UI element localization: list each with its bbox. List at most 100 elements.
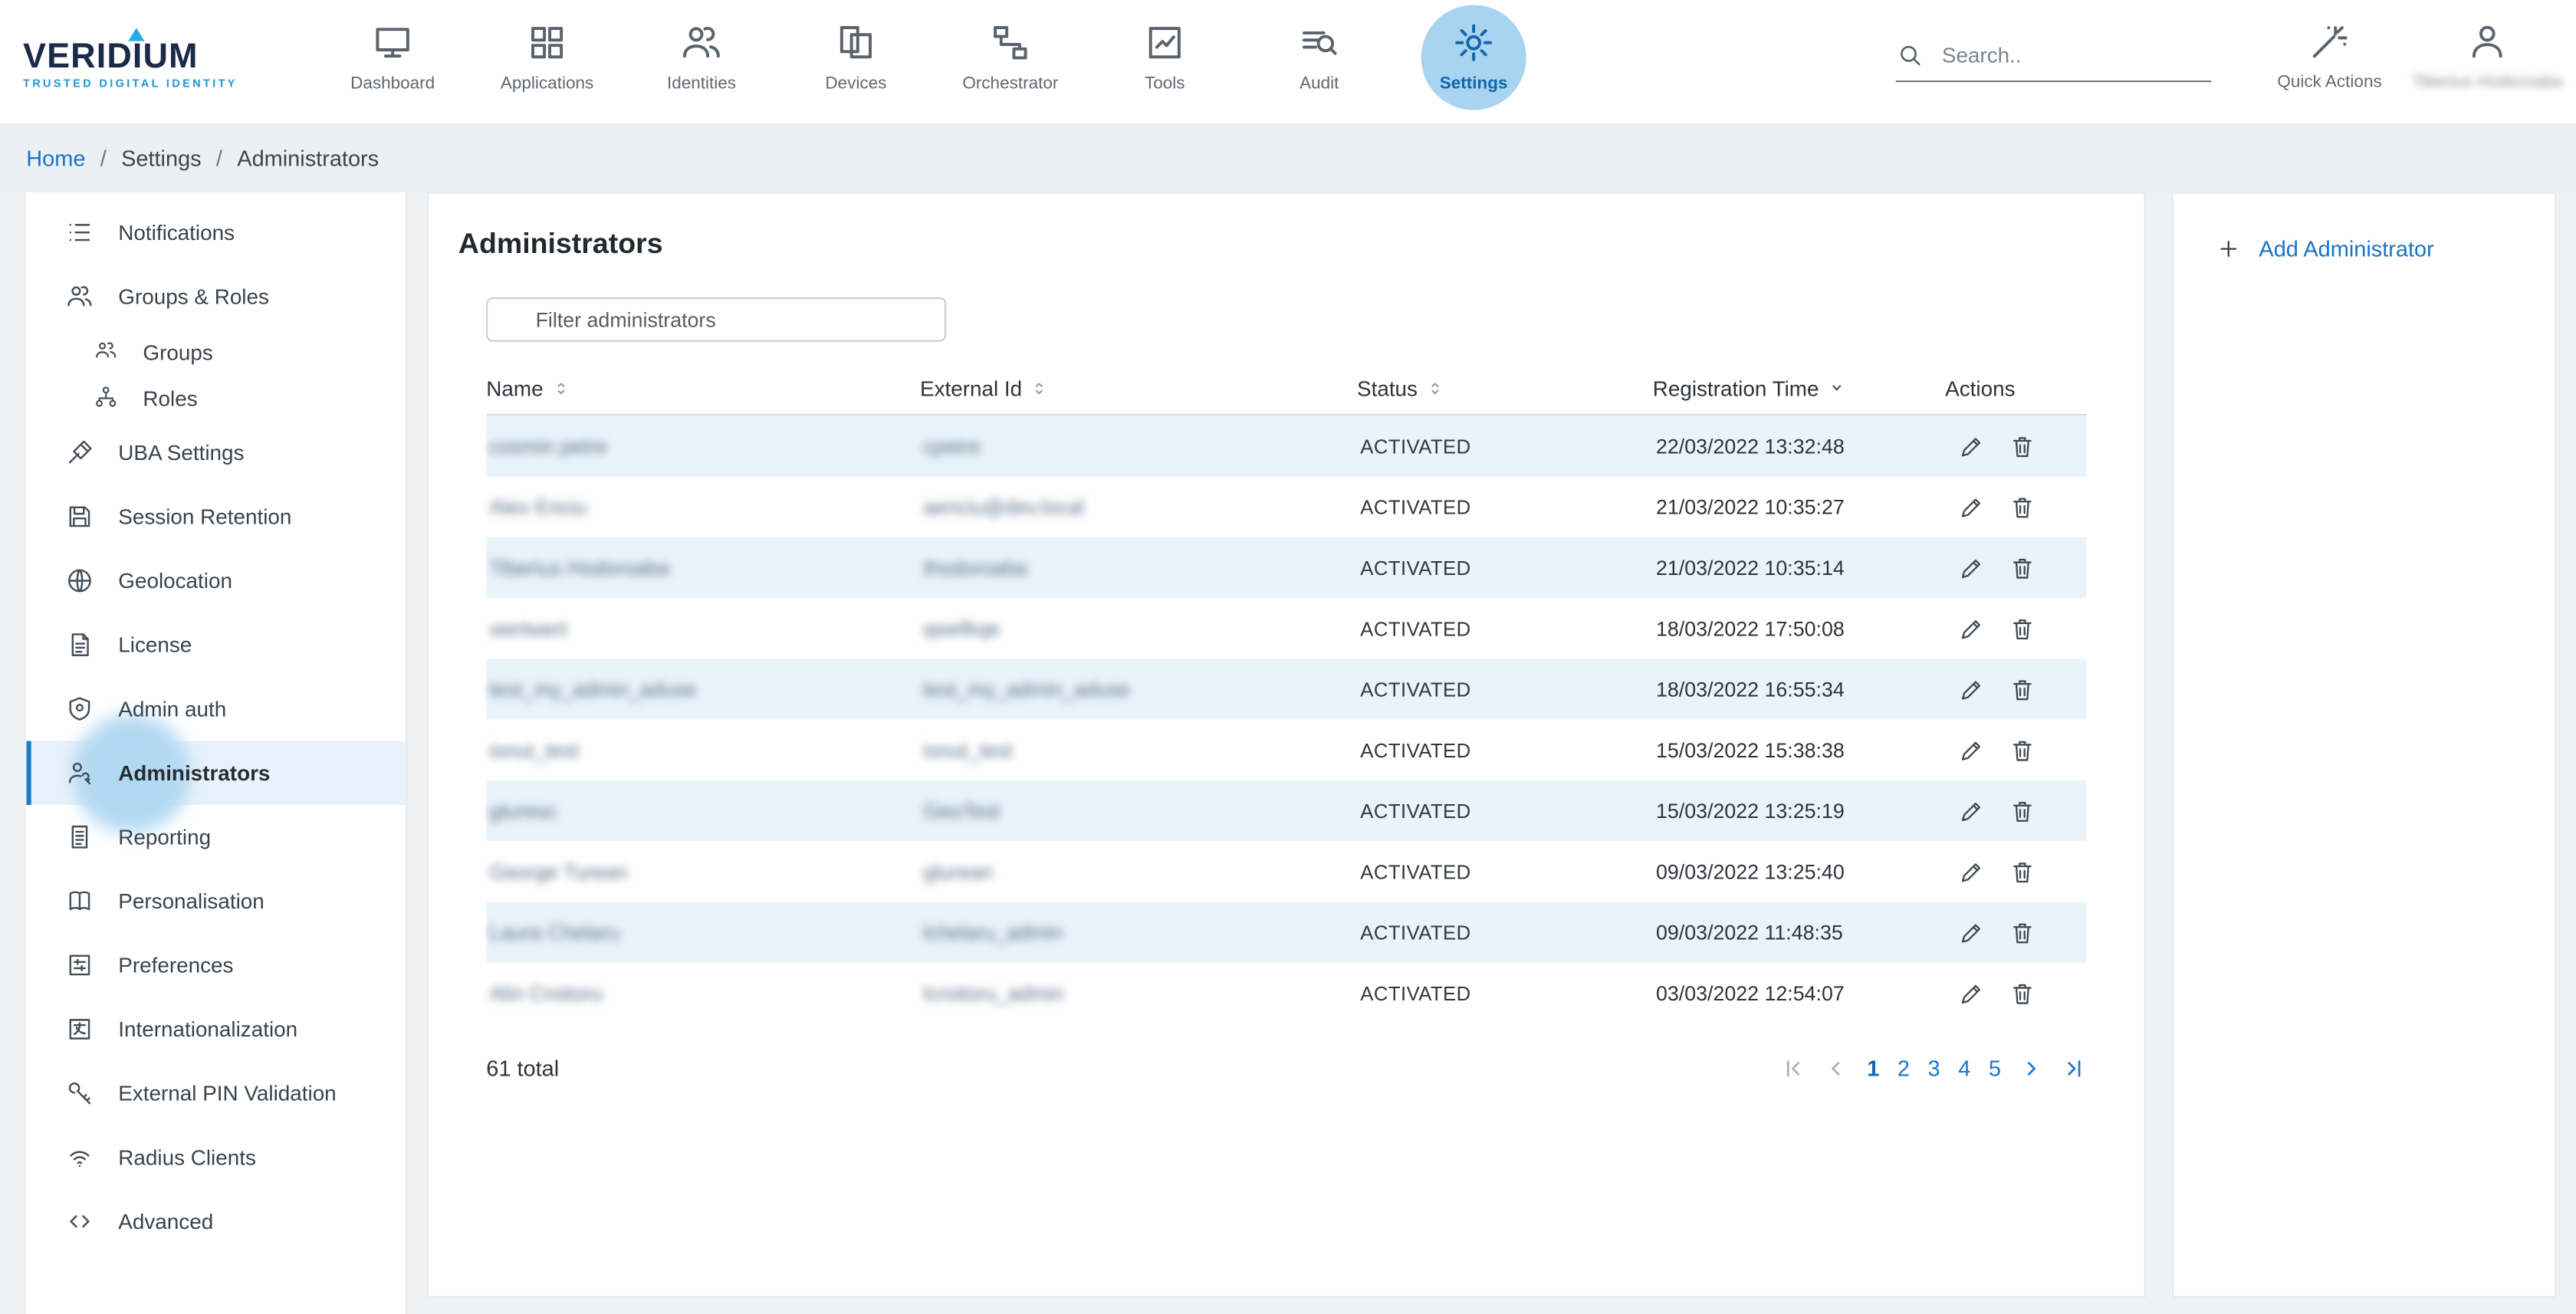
sidebar-item-notifications[interactable]: Notifications: [26, 200, 406, 264]
nav-item-applications[interactable]: Applications: [470, 0, 624, 123]
sidebar-item-advanced[interactable]: Advanced: [26, 1189, 406, 1253]
header-name[interactable]: Name: [486, 376, 920, 400]
table-row[interactable]: Tiberius HodoroabathodoroabaACTIVATED21/…: [486, 537, 2086, 598]
nav-item-devices[interactable]: Devices: [779, 0, 933, 123]
admin-name: Alin Croitoru: [490, 981, 603, 1004]
sidebar-item-radius-clients[interactable]: Radius Clients: [26, 1125, 406, 1190]
logo-text: VERIDIUM: [23, 39, 269, 75]
sort-both-icon[interactable]: [1426, 379, 1444, 397]
edit-button[interactable]: [1958, 676, 1984, 702]
table-row[interactable]: Alin Croitorulcroitoru_adminACTIVATED03/…: [486, 963, 2086, 1023]
page-4-button[interactable]: 4: [1958, 1056, 1970, 1081]
nav-item-settings[interactable]: Settings: [1396, 0, 1550, 123]
edit-button[interactable]: [1958, 433, 1984, 459]
search-input[interactable]: [1939, 41, 2192, 69]
last-page-button[interactable]: [2062, 1056, 2086, 1081]
page-1-button[interactable]: 1: [1867, 1056, 1879, 1081]
table-row[interactable]: test_my_admin_adusetest_my_admin_aduseAC…: [486, 659, 2086, 719]
table-row[interactable]: Laura Chelarulchelaru_adminACTIVATED09/0…: [486, 902, 2086, 962]
page-3-button[interactable]: 3: [1928, 1056, 1940, 1081]
sidebar-item-groups[interactable]: Groups: [26, 329, 406, 375]
header-status[interactable]: Status: [1357, 376, 1653, 400]
sidebar-item-reporting[interactable]: Reporting: [26, 805, 406, 869]
delete-button[interactable]: [2009, 859, 2036, 885]
sidebar-item-administrators[interactable]: Administrators: [26, 741, 406, 805]
sidebar-item-label: Roles: [143, 385, 197, 409]
quick-actions-button[interactable]: Quick Actions: [2251, 0, 2409, 123]
prev-page-button[interactable]: [1824, 1056, 1848, 1081]
sort-both-icon[interactable]: [1030, 379, 1049, 397]
admin-auth-icon: [66, 695, 94, 722]
delete-button[interactable]: [2009, 554, 2036, 580]
add-administrator-button[interactable]: Add Administrator: [2216, 237, 2555, 261]
delete-button[interactable]: [2009, 980, 2036, 1006]
sidebar-item-external-pin-validation[interactable]: External PIN Validation: [26, 1061, 406, 1125]
next-page-button[interactable]: [2019, 1056, 2044, 1081]
user-name: Tiberius Hodoroaba: [2412, 72, 2563, 92]
sidebar-item-license[interactable]: License: [26, 613, 406, 677]
sidebar-item-label: Groups: [143, 340, 212, 364]
nav-item-tools[interactable]: Tools: [1088, 0, 1242, 123]
sort-desc-icon[interactable]: [1827, 378, 1847, 398]
delete-button[interactable]: [2009, 737, 2036, 763]
table-row[interactable]: gturescGeoTestACTIVATED15/03/2022 13:25:…: [486, 780, 2086, 841]
breadcrumb-separator: /: [216, 146, 222, 170]
app-root: VERIDIUM TRUSTED DIGITAL IDENTITY Dashbo…: [0, 0, 2576, 1314]
delete-button[interactable]: [2009, 433, 2036, 459]
nav-item-label: Dashboard: [350, 74, 435, 94]
pagination: 12345: [1782, 1056, 2087, 1081]
sidebar-item-geolocation[interactable]: Geolocation: [26, 549, 406, 613]
plus-icon: [2216, 237, 2241, 261]
first-page-button[interactable]: [1782, 1056, 1806, 1081]
user-menu[interactable]: Tiberius Hodoroaba: [2408, 0, 2566, 123]
table-row[interactable]: George TureangtureanACTIVATED09/03/2022 …: [486, 841, 2086, 902]
page-2-button[interactable]: 2: [1898, 1056, 1910, 1081]
sidebar-item-label: Radius Clients: [118, 1145, 256, 1170]
delete-button[interactable]: [2009, 616, 2036, 642]
registration-time: 21/03/2022 10:35:14: [1653, 556, 1945, 579]
edit-button[interactable]: [1958, 737, 1984, 763]
registration-time: 22/03/2022 13:32:48: [1653, 435, 1945, 458]
table-row[interactable]: cosmin petrecpetreACTIVATED22/03/2022 13…: [486, 416, 2086, 476]
sidebar-item-groups-roles[interactable]: Groups & Roles: [26, 264, 406, 329]
filter-administrators-input[interactable]: [486, 297, 946, 342]
page-title: Administrators: [458, 227, 2144, 261]
sidebar-item-personalisation[interactable]: Personalisation: [26, 869, 406, 934]
sidebar-item-roles[interactable]: Roles: [26, 375, 406, 421]
nav-item-orchestrator[interactable]: Orchestrator: [933, 0, 1087, 123]
sidebar-item-uba-settings[interactable]: UBA Settings: [26, 421, 406, 485]
edit-button[interactable]: [1958, 797, 1984, 823]
quick-actions-label: Quick Actions: [2277, 72, 2381, 92]
nav-item-dashboard[interactable]: Dashboard: [315, 0, 469, 123]
table-row[interactable]: wertwertqwefkqeACTIVATED18/03/2022 17:50…: [486, 598, 2086, 659]
admin-external-id: thodoroaba: [923, 556, 1027, 579]
nav-item-identities[interactable]: Identities: [624, 0, 778, 123]
page-5-button[interactable]: 5: [1989, 1056, 2001, 1081]
edit-button[interactable]: [1958, 919, 1984, 945]
sidebar-item-label: Personalisation: [118, 889, 264, 913]
sidebar-item-admin-auth[interactable]: Admin auth: [26, 677, 406, 741]
header-external-id[interactable]: External Id: [920, 376, 1357, 400]
sidebar-item-internationalization[interactable]: Internationalization: [26, 997, 406, 1062]
sidebar-item-session-retention[interactable]: Session Retention: [26, 485, 406, 549]
edit-button[interactable]: [1958, 554, 1984, 580]
edit-button[interactable]: [1958, 980, 1984, 1006]
edit-button[interactable]: [1958, 494, 1984, 520]
sort-both-icon[interactable]: [551, 379, 570, 397]
header-registration-time[interactable]: Registration Time: [1653, 376, 1945, 400]
delete-button[interactable]: [2009, 676, 2036, 702]
breadcrumb-home[interactable]: Home: [26, 146, 85, 170]
edit-button[interactable]: [1958, 859, 1984, 885]
delete-button[interactable]: [2009, 919, 2036, 945]
table-row[interactable]: ionut_testionut_testACTIVATED15/03/2022 …: [486, 720, 2086, 780]
delete-button[interactable]: [2009, 797, 2036, 823]
breadcrumb-settings[interactable]: Settings: [121, 146, 202, 170]
edit-button[interactable]: [1958, 616, 1984, 642]
sidebar-item-preferences[interactable]: Preferences: [26, 933, 406, 997]
global-search: [1896, 41, 2211, 83]
delete-button[interactable]: [2009, 494, 2036, 520]
table-row[interactable]: Alex Enciuaenciu@dev.localACTIVATED21/03…: [486, 476, 2086, 537]
nav-item-audit[interactable]: Audit: [1242, 0, 1396, 123]
sidebar-item-label: Internationalization: [118, 1017, 297, 1041]
sidebar-item-label: Preferences: [118, 953, 233, 977]
